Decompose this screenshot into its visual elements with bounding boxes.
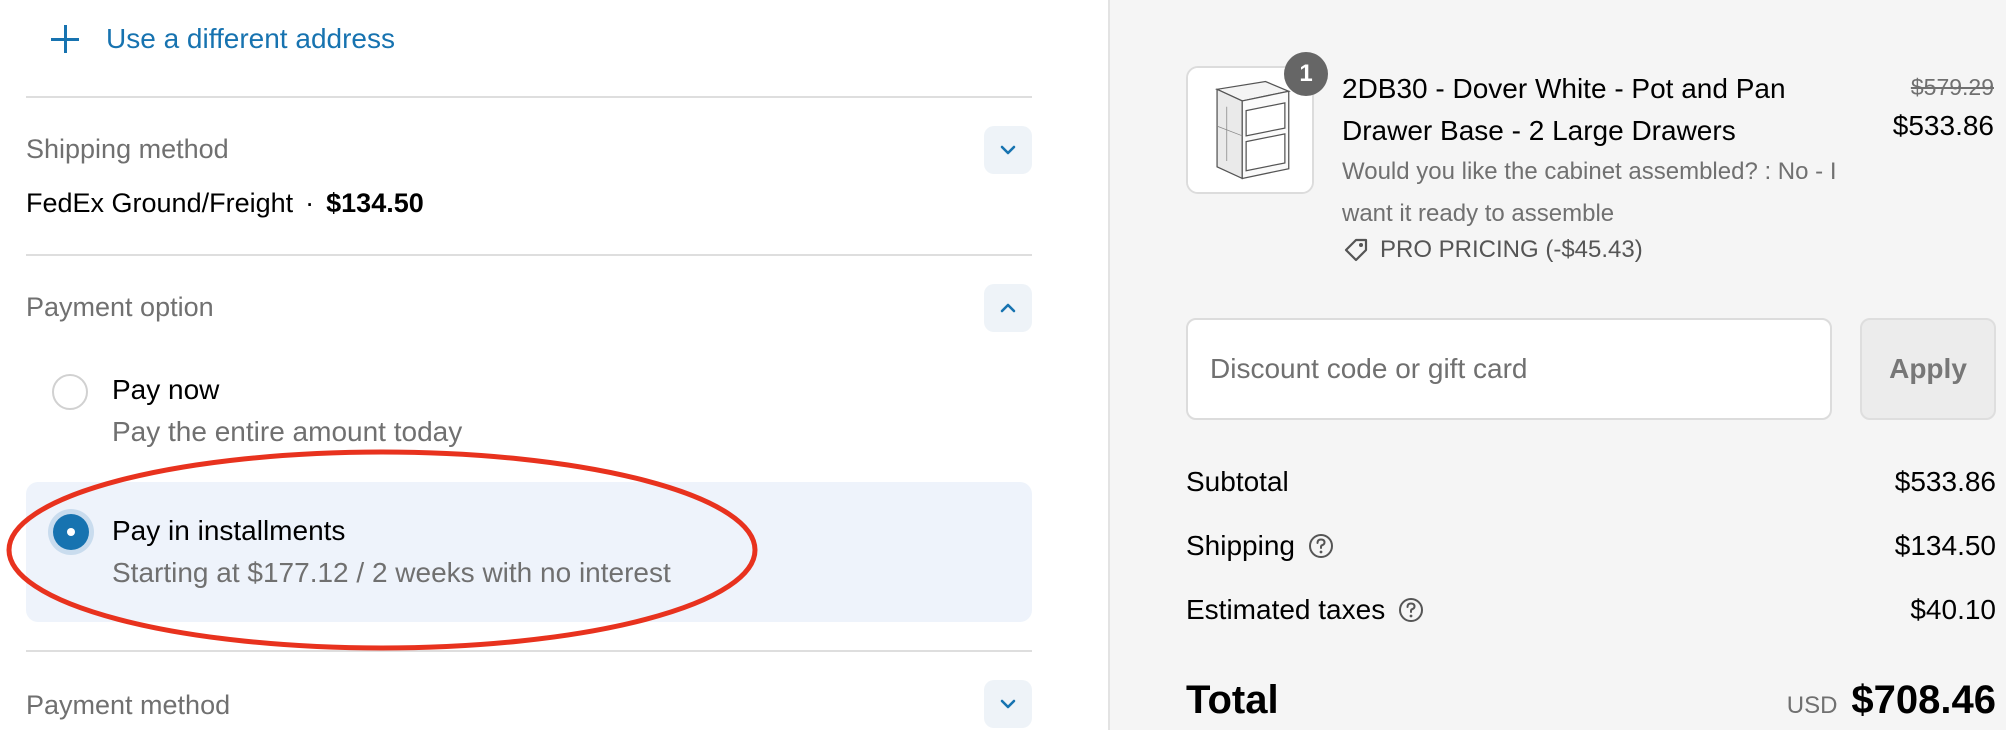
subtotal-label: Subtotal (1186, 466, 1289, 497)
divider (26, 650, 1032, 652)
taxes-value: $40.10 (1910, 594, 1996, 625)
subtotal-value: $533.86 (1894, 466, 1996, 497)
shipping-method-expand-button[interactable] (984, 126, 1032, 174)
currency-code: USD (1786, 692, 1838, 719)
pay-now-label[interactable]: Pay now (112, 374, 219, 406)
pay-in-installments-radio[interactable] (53, 514, 89, 550)
total-label: Total (1186, 678, 1279, 722)
use-different-address-label: Use a different address (106, 23, 395, 54)
checkout-form: Use a different address Shipping method … (0, 0, 1108, 730)
tag-icon (1344, 238, 1368, 262)
pay-in-installments-option[interactable] (26, 482, 1032, 622)
pay-in-installments-description: Starting at $177.12 / 2 weeks with no in… (112, 557, 671, 588)
total-value: $708.46 (1851, 678, 1996, 722)
total-row: Total USD $708.46 (1186, 678, 1996, 723)
plus-icon (48, 22, 82, 56)
shipping-method-summary: FedEx Ground/Freight · $134.50 (26, 188, 424, 219)
original-price: $579.29 (1910, 74, 1994, 100)
taxes-label: Estimated taxes (1186, 594, 1386, 625)
taxes-row: Estimated taxes $40.10 (1186, 594, 1996, 626)
separator-dot: · (305, 188, 315, 218)
pay-now-description: Pay the entire amount today (112, 416, 463, 447)
payment-option-collapse-button[interactable] (984, 284, 1032, 332)
pro-pricing-discount: PRO PRICING (-$45.43) (1342, 236, 1643, 264)
question-circle-icon[interactable] (1397, 596, 1425, 624)
shipping-label: Shipping (1186, 530, 1295, 561)
question-circle-icon[interactable] (1307, 532, 1335, 560)
apply-discount-button[interactable]: Apply (1860, 318, 1996, 420)
pro-pricing-label: PRO PRICING (-$45.43) (1380, 236, 1643, 263)
taxes-label-group: Estimated taxes (1186, 594, 1425, 626)
product-option: Would you like the cabinet assembled? : … (1342, 158, 1837, 227)
chevron-down-icon (1000, 145, 1016, 155)
use-different-address-link[interactable]: Use a different address (48, 22, 395, 56)
shipping-price: $134.50 (326, 188, 424, 218)
divider (26, 254, 1032, 256)
chevron-down-icon (1000, 699, 1016, 709)
shipping-method-title: Shipping method (26, 134, 229, 164)
discount-code-input[interactable] (1186, 318, 1832, 420)
total-amount-group: USD $708.46 (1787, 678, 1996, 723)
quantity-badge: 1 (1284, 52, 1328, 96)
payment-option-title: Payment option (26, 292, 214, 322)
shipping-carrier: FedEx Ground/Freight (26, 188, 294, 218)
subtotal-row: Subtotal $533.86 (1186, 466, 1996, 498)
item-price: $533.86 (1892, 110, 1994, 141)
shipping-row: Shipping $134.50 (1186, 530, 1996, 562)
payment-method-expand-button[interactable] (984, 680, 1032, 728)
shipping-label-group: Shipping (1186, 530, 1335, 562)
pay-now-radio[interactable] (52, 374, 88, 410)
product-title: 2DB30 - Dover White - Pot and Pan Drawer… (1342, 73, 1786, 146)
payment-method-title: Payment method (26, 690, 231, 720)
divider (26, 96, 1032, 98)
pay-in-installments-label[interactable]: Pay in installments (112, 515, 345, 547)
shipping-value: $134.50 (1894, 530, 1996, 561)
chevron-up-icon (1000, 303, 1016, 313)
